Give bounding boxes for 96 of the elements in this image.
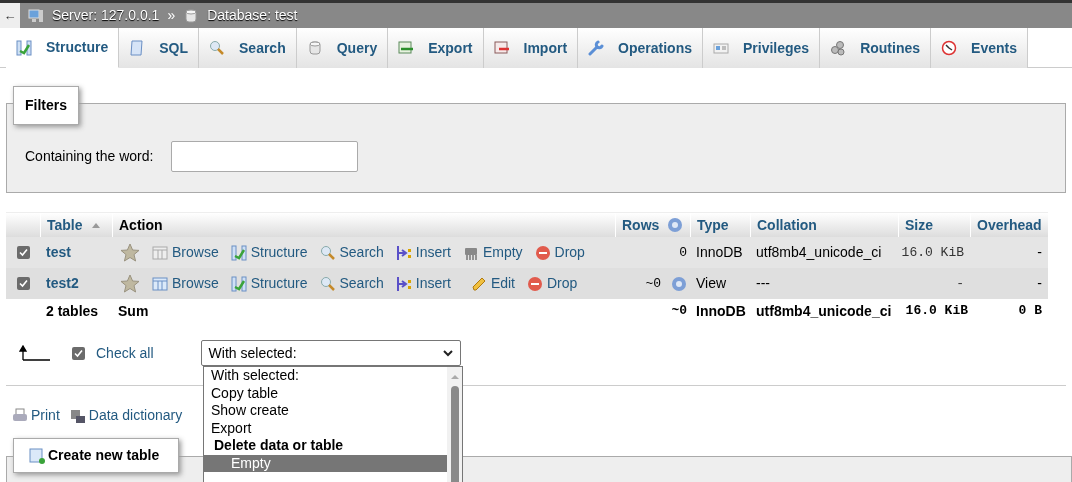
action-link[interactable]: Structure: [230, 273, 308, 294]
check-all-checkbox[interactable]: [72, 346, 85, 360]
filters-legend: Filters: [13, 86, 79, 125]
row-checkbox[interactable]: [16, 246, 30, 259]
dropdown-option[interactable]: Export: [204, 419, 447, 437]
tab[interactable]: Events: [931, 28, 1028, 68]
sql-icon: [129, 40, 146, 56]
rows-cell-text: ~0: [645, 274, 661, 293]
chevron-down-icon: [442, 349, 453, 357]
action-link[interactable]: Empty: [462, 242, 523, 263]
option-group-label: Delete data or table: [213, 437, 345, 455]
breadcrumb-link[interactable]: Database: test: [207, 5, 298, 26]
privileges-icon: [713, 40, 729, 56]
collation-cell: utf8mb4_unicode_ci: [756, 244, 882, 260]
filter-input[interactable]: [171, 140, 359, 172]
star-icon: [120, 242, 140, 263]
minus-circle-icon: [534, 244, 551, 261]
arrow-up-icon: [19, 345, 51, 361]
insert-icon: [395, 275, 412, 292]
create-table-button[interactable]: Create new table: [13, 438, 179, 473]
dictionary-link[interactable]: Data dictionary: [69, 405, 183, 426]
sort-arrow-icon: [90, 221, 101, 229]
dropdown-option[interactable]: Show create: [204, 402, 447, 420]
check-all-link[interactable]: Check all: [96, 342, 154, 364]
action-link[interactable]: Search: [319, 242, 384, 263]
events-icon: [941, 40, 958, 56]
print-link[interactable]: Print: [12, 405, 60, 426]
action-link[interactable]: Edit: [470, 273, 515, 294]
tab[interactable]: Routines: [820, 28, 932, 68]
grid-icon: [152, 275, 168, 292]
filter-label: Containing the word:: [25, 146, 154, 166]
tab[interactable]: Import: [483, 28, 579, 68]
star-icon: [120, 273, 140, 294]
size-total: 16.0 KiB: [905, 302, 968, 321]
action-link[interactable]: Search: [319, 273, 384, 294]
table-count: 2 tables: [46, 302, 99, 319]
tab[interactable]: Privileges: [703, 28, 821, 68]
type-cell: InnoDB: [696, 244, 743, 260]
dropdown-option[interactable]: With selected:: [204, 367, 447, 385]
overhead-cell-text: -: [1037, 274, 1042, 293]
sum-label: Sum: [118, 302, 149, 319]
action-link[interactable]: Insert: [395, 242, 451, 263]
tab[interactable]: Operations: [578, 28, 703, 68]
table-name-link[interactable]: test: [46, 244, 71, 260]
dropdown-option[interactable]: Copy table: [204, 384, 447, 402]
rows-total: ~0: [671, 302, 687, 321]
structure-icon: [16, 39, 32, 56]
help-icon: [671, 275, 687, 292]
structure-icon: [230, 244, 247, 261]
tab[interactable]: Search: [199, 28, 297, 68]
scrollbar[interactable]: [447, 367, 462, 482]
query-icon: [306, 40, 323, 56]
database-icon: [183, 7, 200, 24]
back-button[interactable]: ←: [0, 3, 20, 28]
search-icon: [319, 275, 336, 292]
with-selected-select[interactable]: With selected:: [200, 340, 461, 366]
collation-total: utf8mb4_unicode_ci: [756, 302, 892, 319]
rows-cell-text: 0: [679, 243, 687, 262]
search-icon: [319, 244, 336, 261]
table-grid-icon: [69, 407, 86, 424]
pencil-icon: [470, 275, 487, 292]
action-link[interactable]: Browse: [152, 242, 219, 263]
dropdown-option[interactable]: Empty: [204, 454, 447, 472]
table-name-link[interactable]: test2: [46, 275, 79, 291]
tab[interactable]: SQL: [119, 28, 199, 68]
printer-icon: [12, 407, 28, 424]
overhead-total: 0 B: [1018, 302, 1042, 321]
routines-icon: [830, 40, 847, 56]
tab[interactable]: Query: [296, 28, 389, 68]
import-icon: [493, 40, 510, 56]
row-checkbox[interactable]: [16, 277, 30, 290]
type-cell: View: [696, 275, 727, 291]
type-total: InnoDB: [696, 302, 746, 319]
minus-circle-icon: [527, 275, 543, 292]
monitor-icon: [28, 7, 44, 24]
size-cell-text: -: [956, 274, 964, 293]
breadcrumb-link[interactable]: Server: 127.0.0.1: [52, 5, 160, 26]
search-icon: [209, 40, 225, 56]
insert-icon: [395, 244, 412, 261]
collation-cell: ---: [756, 275, 770, 291]
tab[interactable]: Export: [388, 28, 484, 68]
structure-icon: [230, 275, 247, 292]
action-link[interactable]: Structure: [230, 242, 308, 263]
action-link[interactable]: Browse: [152, 273, 219, 294]
table-add-icon: [29, 447, 45, 464]
grid-icon: [152, 244, 168, 261]
help-icon: [667, 217, 684, 233]
action-link[interactable]: Drop: [534, 242, 585, 263]
action-link[interactable]: Drop: [527, 273, 578, 294]
overhead-cell-text: -: [1037, 243, 1042, 262]
breadcrumb-separator: »: [167, 6, 176, 25]
operations-icon: [588, 40, 605, 56]
action-link[interactable]: Insert: [395, 273, 451, 294]
size-cell-text: 16.0 KiB: [901, 243, 964, 262]
export-icon: [398, 40, 415, 56]
tab[interactable]: Structure: [6, 28, 120, 68]
